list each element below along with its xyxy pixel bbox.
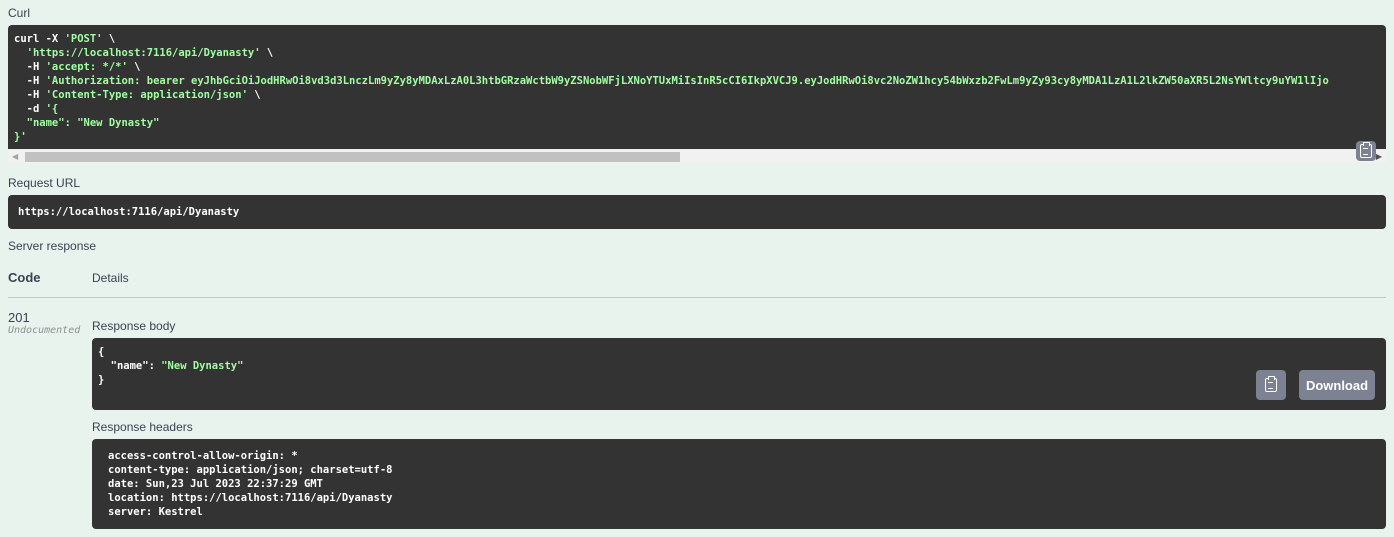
table-divider [8,297,1386,298]
scrollbar-thumb[interactable] [25,152,680,162]
response-headers-label: Response headers [92,420,193,434]
clipboard-copy-icon [1360,142,1372,158]
scroll-right-arrow-icon[interactable]: ▶ [1376,152,1382,161]
header-line: date: Sun,23 Jul 2023 22:37:29 GMT [108,478,323,490]
download-button[interactable]: Download [1299,370,1375,400]
header-line: content-type: application/json; charset=… [108,464,393,476]
curl-line-5: -H 'Content-Type: application/json' \ [14,89,261,101]
request-url-label: Request URL [8,176,81,190]
response-body-label: Response body [92,319,176,333]
curl-line-2: 'https://localhost:7116/api/Dyanasty' \ [14,47,274,59]
curl-copy-button[interactable] [1356,141,1376,161]
curl-line-4: -H 'Authorization: bearer eyJhbGciOiJodH… [14,75,1329,87]
status-code: 201 [8,310,30,325]
curl-line-1: curl -X 'POST' \ [14,33,116,45]
server-response-label: Server response [8,239,97,253]
column-header-code: Code [8,270,41,285]
curl-line-7: "name": "New Dynasty" [14,117,160,129]
scroll-left-arrow-icon[interactable]: ◀ [12,152,18,161]
response-body-copy-button[interactable] [1256,370,1286,400]
header-line: server: Kestrel [108,506,203,518]
curl-label: Curl [8,6,31,20]
curl-line-8: }' [14,131,27,143]
response-body-code[interactable]: { "name": "New Dynasty" } [92,338,1386,410]
curl-horizontal-scrollbar[interactable]: ◀ ▶ [8,150,1386,163]
response-headers-code[interactable]: access-control-allow-origin: * content-t… [92,439,1386,529]
curl-code-block[interactable]: curl -X 'POST' \ 'https://localhost:7116… [8,25,1386,149]
header-line: access-control-allow-origin: * [108,450,298,462]
column-header-details: Details [92,271,129,285]
request-url-value[interactable]: https://localhost:7116/api/Dyanasty [8,195,1386,229]
header-line: location: https://localhost:7116/api/Dya… [108,492,393,504]
curl-line-3: -H 'accept: */*' \ [14,61,141,73]
clipboard-copy-icon [1265,376,1277,392]
curl-line-6: -d '{ [14,103,59,115]
status-undocumented-note: Undocumented [8,325,81,336]
